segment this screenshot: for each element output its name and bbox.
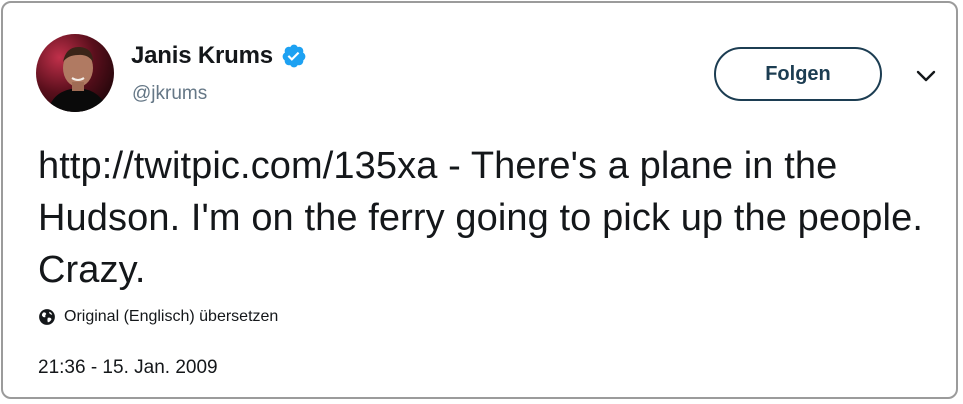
chevron-down-icon[interactable] [915, 67, 937, 85]
tweet-text: http://twitpic.com/135xa - There's a pla… [38, 145, 923, 291]
avatar-photo [36, 34, 114, 112]
tweet-timestamp[interactable]: 21:36 - 15. Jan. 2009 [38, 357, 218, 379]
translate-link[interactable]: Original (Englisch) übersetzen [38, 308, 278, 326]
avatar[interactable] [36, 34, 114, 112]
follow-button[interactable]: Folgen [714, 47, 882, 101]
author-handle[interactable]: @jkrums [132, 83, 207, 105]
author-name[interactable]: Janis Krums [131, 42, 273, 70]
tweet-card: Janis Krums @jkrums Folgen http://twitpi… [1, 1, 958, 399]
author-row: Janis Krums [131, 41, 307, 71]
verified-badge-icon [281, 43, 307, 69]
translate-label: Original (Englisch) übersetzen [64, 308, 279, 325]
globe-icon [38, 308, 56, 326]
